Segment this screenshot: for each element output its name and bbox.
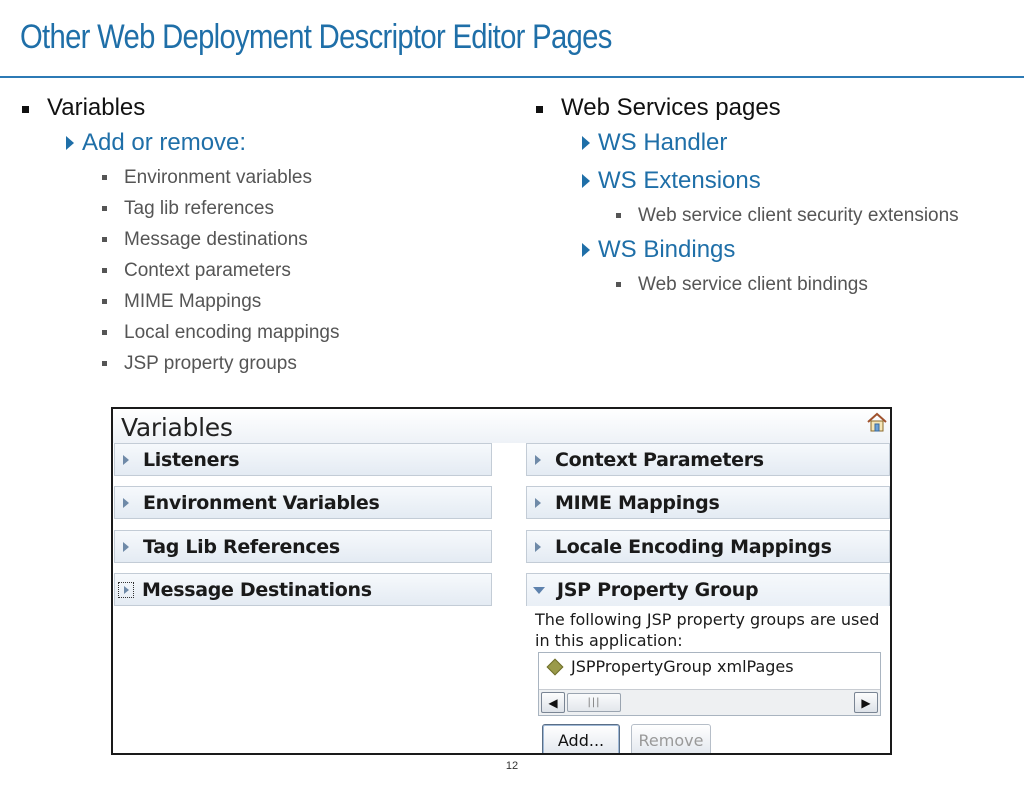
chevron-down-icon [533, 586, 545, 594]
list-item-label: JSP property groups [124, 352, 297, 374]
panel-title: Variables [121, 413, 233, 442]
remove-button[interactable]: Remove [631, 724, 711, 753]
horizontal-scrollbar[interactable]: ◀ ||| ▶ [539, 689, 880, 715]
list-item: Tag lib references [22, 193, 492, 224]
small-square-bullet-icon [102, 268, 107, 273]
section-mime-mappings[interactable]: MIME Mappings [526, 486, 890, 519]
list-item: Environment variables [22, 162, 492, 193]
chevron-right-icon [123, 454, 129, 465]
small-square-bullet-icon [616, 282, 621, 287]
scroll-thumb[interactable]: ||| [567, 693, 621, 712]
list-item-label: JSPPropertyGroup xmlPages [571, 657, 794, 676]
sub-bullet-ws-bindings: WS Bindings [536, 231, 1016, 269]
list-item: JSP property groups [22, 348, 492, 379]
chevron-right-icon [123, 497, 129, 508]
square-bullet-icon [536, 105, 543, 113]
section-context-parameters[interactable]: Context Parameters [526, 443, 890, 476]
sub-bullet-label: Add or remove: [82, 129, 247, 156]
left-column: Variables Add or remove: Environment var… [22, 92, 492, 379]
list-item-label: Web service client security extensions [638, 204, 959, 226]
section-label: Context Parameters [555, 448, 764, 471]
bullet-variables: Variables [22, 92, 492, 124]
arrow-bullet-icon [582, 243, 590, 257]
section-locale-encoding-mappings[interactable]: Locale Encoding Mappings [526, 530, 890, 563]
property-group-icon [546, 658, 564, 675]
list-item-label: MIME Mappings [124, 290, 262, 312]
scroll-left-icon[interactable]: ◀ [541, 692, 565, 713]
section-label: Tag Lib References [143, 535, 340, 558]
list-item-label: Message destinations [124, 228, 308, 250]
section-label: Locale Encoding Mappings [555, 535, 832, 558]
add-button[interactable]: Add... [542, 724, 620, 753]
list-item-label: Context parameters [124, 259, 291, 281]
list-item: Web service client bindings [536, 269, 1016, 300]
chevron-right-icon [535, 541, 541, 552]
arrow-bullet-icon [582, 136, 590, 150]
list-item: Message destinations [22, 224, 492, 255]
bullet-label: Variables [47, 94, 146, 121]
title-divider [0, 76, 1024, 78]
sub-bullet-label: WS Bindings [598, 236, 736, 263]
section-environment-variables[interactable]: Environment Variables [114, 486, 492, 519]
list-item: Web service client security extensions [536, 200, 1016, 231]
chevron-right-icon [123, 541, 129, 552]
list-item-label: Tag lib references [124, 197, 274, 219]
small-square-bullet-icon [102, 206, 107, 211]
sub-bullet-label: WS Handler [598, 129, 728, 156]
panel-header: Variables [113, 409, 890, 443]
arrow-bullet-icon [582, 174, 590, 188]
right-column: Web Services pages WS Handler WS Extensi… [536, 92, 1016, 300]
editor-panel: Variables Listeners Environment Variable… [111, 407, 892, 755]
focused-chevron-icon [118, 581, 134, 598]
list-item-label: Web service client bindings [638, 273, 868, 295]
sub-bullet-ws-extensions: WS Extensions [536, 162, 1016, 200]
page-number: 12 [505, 760, 519, 772]
square-bullet-icon [22, 105, 29, 113]
bullet-web-services: Web Services pages [536, 92, 1016, 124]
section-label: JSP Property Group [557, 579, 759, 601]
sub-bullet-add-remove: Add or remove: [22, 124, 492, 162]
home-icon[interactable] [866, 411, 888, 433]
section-tag-lib-references[interactable]: Tag Lib References [114, 530, 492, 563]
small-square-bullet-icon [102, 237, 107, 242]
section-jsp-property-group[interactable]: JSP Property Group [526, 573, 890, 606]
scroll-right-icon[interactable]: ▶ [854, 692, 878, 713]
chevron-right-icon [535, 497, 541, 508]
list-item-label: Environment variables [124, 166, 312, 188]
small-square-bullet-icon [616, 213, 621, 218]
section-label: Message Destinations [142, 578, 372, 601]
slide-title: Other Web Deployment Descriptor Editor P… [20, 18, 612, 56]
small-square-bullet-icon [102, 299, 107, 304]
bullet-label: Web Services pages [561, 94, 781, 121]
arrow-bullet-icon [66, 136, 74, 150]
small-square-bullet-icon [102, 175, 107, 180]
small-square-bullet-icon [102, 361, 107, 366]
small-square-bullet-icon [102, 330, 107, 335]
sub-bullet-ws-handler: WS Handler [536, 124, 1016, 162]
list-item: MIME Mappings [22, 286, 492, 317]
section-label: MIME Mappings [555, 491, 720, 514]
jsp-property-group-list[interactable]: JSPPropertyGroup xmlPages ◀ ||| ▶ [538, 652, 881, 716]
list-item-label: Local encoding mappings [124, 321, 340, 343]
list-item: Context parameters [22, 255, 492, 286]
sub-bullet-label: WS Extensions [598, 167, 761, 194]
section-label: Listeners [143, 448, 240, 471]
section-label: Environment Variables [143, 491, 380, 514]
section-listeners[interactable]: Listeners [114, 443, 492, 476]
list-item[interactable]: JSPPropertyGroup xmlPages [546, 657, 794, 676]
jsp-description: The following JSP property groups are us… [535, 610, 880, 650]
chevron-right-icon [535, 454, 541, 465]
list-item: Local encoding mappings [22, 317, 492, 348]
section-message-destinations[interactable]: Message Destinations [114, 573, 492, 606]
